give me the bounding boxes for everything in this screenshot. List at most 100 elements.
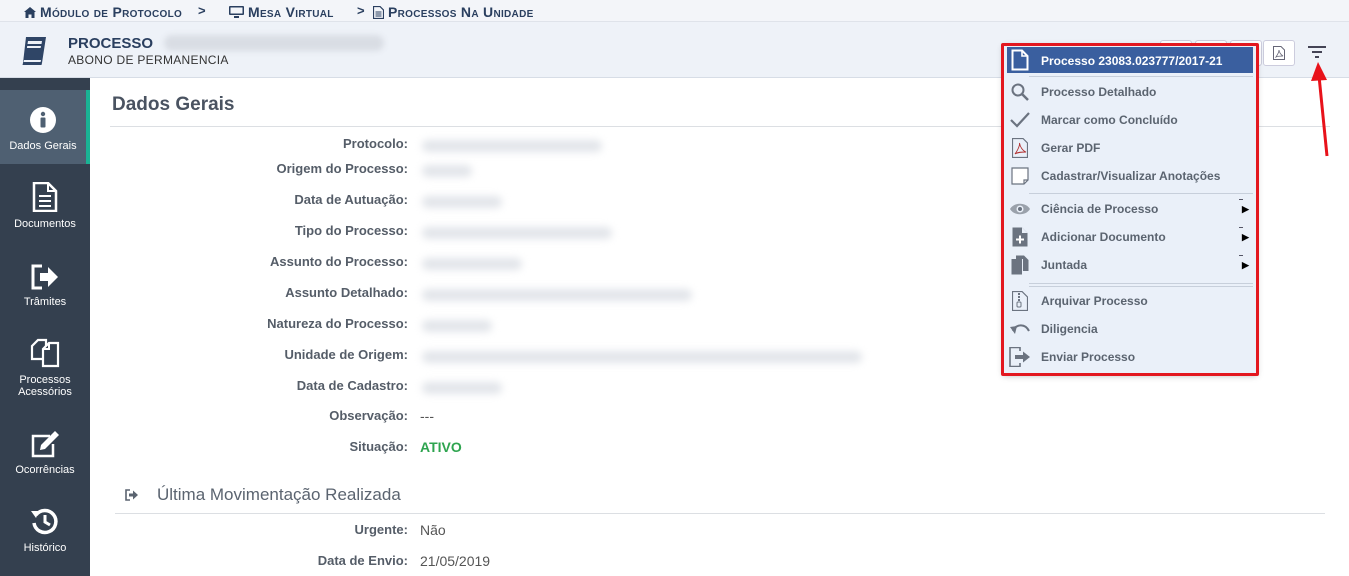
field-label: Tipo do Processo:: [294, 223, 408, 238]
archive-file-icon: [1009, 291, 1031, 311]
send-file-icon: [1009, 347, 1031, 367]
breadcrumb-label: Mesa Virtual: [248, 4, 334, 20]
menu-item-ciencia[interactable]: Ciência de Processo ▶: [1003, 196, 1257, 222]
redacted-value: [422, 227, 612, 239]
field-row: Protocolo:: [110, 136, 810, 154]
sidebar-item-historico[interactable]: Histórico: [0, 492, 90, 566]
process-subtitle: ABONO DE PERMANENCIA: [68, 53, 229, 67]
field-label: Assunto do Processo:: [270, 254, 408, 269]
field-label: Unidade de Origem:: [284, 347, 408, 362]
file-add-icon: [1009, 227, 1031, 247]
pdf-icon: [1273, 46, 1285, 60]
menu-item-enviar[interactable]: Enviar Processo: [1003, 344, 1257, 370]
sidebar-item-dados-gerais[interactable]: Dados Gerais: [0, 90, 90, 164]
sidebar-item-tramites[interactable]: Trâmites: [0, 246, 90, 320]
field-row: Natureza do Processo:: [110, 316, 810, 334]
field-label: Natureza do Processo:: [267, 316, 408, 331]
redacted-value: [422, 196, 502, 208]
history-icon: [30, 502, 60, 536]
submenu-arrow-icon: ▶: [1242, 204, 1249, 214]
pdf-button[interactable]: [1263, 40, 1295, 66]
submenu-tick: [1239, 199, 1243, 200]
check-icon: [1009, 110, 1031, 130]
search-icon: [1009, 82, 1031, 102]
redacted-value: [422, 140, 602, 152]
breadcrumb-item-modulo[interactable]: Módulo de Protocolo: [24, 4, 182, 20]
field-value: Não: [420, 522, 446, 538]
menu-item-juntada[interactable]: Juntada ▶: [1003, 252, 1257, 278]
field-value: 21/05/2019: [420, 553, 491, 569]
submenu-tick: [1239, 227, 1243, 228]
menu-separator: [1029, 76, 1253, 77]
sidebar-item-label: Dados Gerais: [9, 140, 77, 152]
menu-item-label: Arquivar Processo: [1041, 294, 1148, 308]
redacted-value: [422, 258, 522, 270]
field-row: Observação: ---: [110, 408, 810, 426]
sidebar-item-processos-acessorios[interactable]: Processos Acessórios: [0, 324, 90, 398]
edit-icon: [30, 424, 60, 458]
undo-icon: [1009, 319, 1031, 339]
field-row: Tipo do Processo:: [110, 223, 810, 241]
info-circle-icon: [29, 100, 57, 134]
pdf-icon: [1009, 138, 1031, 158]
field-row: Data de Envio: 21/05/2019: [110, 553, 810, 571]
file-icon: [1011, 49, 1029, 74]
field-row: Urgente: Não: [110, 522, 810, 540]
field-label: Assunto Detalhado:: [285, 285, 408, 300]
copy-icon: [1009, 255, 1031, 275]
menu-separator: [1029, 283, 1253, 284]
field-label: Data de Autuação:: [294, 192, 408, 207]
menu-item-gerar-pdf[interactable]: Gerar PDF: [1003, 135, 1257, 161]
breadcrumb-label: Módulo de Protocolo: [40, 4, 183, 20]
sidebar-item-label: Ocorrências: [15, 464, 75, 476]
sidebar-item-label: Documentos: [14, 218, 76, 230]
breadcrumb-item-mesa[interactable]: Mesa Virtual: [229, 4, 334, 20]
menu-item-processo-detalhado[interactable]: Processo Detalhado: [1003, 79, 1257, 105]
redacted-value: [422, 289, 692, 301]
sidebar-item-ocorrencias[interactable]: Ocorrências: [0, 414, 90, 488]
menu-item-label: Juntada: [1041, 258, 1088, 272]
menu-item-label: Gerar PDF: [1041, 141, 1101, 155]
field-label: Situação:: [349, 439, 408, 454]
sidebar-item-label: Histórico: [23, 542, 67, 554]
menu-item-label: Enviar Processo: [1041, 350, 1136, 364]
field-label: Data de Envio:: [317, 553, 408, 568]
breadcrumb-item-processos[interactable]: Processos Na Unidade: [373, 4, 534, 20]
divider: [115, 513, 1325, 514]
sidebar: Dados Gerais Documentos Trâmites Process…: [0, 78, 90, 576]
menu-item-marcar-concluido[interactable]: Marcar como Concluído: [1003, 107, 1257, 133]
book-icon: [20, 36, 48, 71]
submenu-arrow-icon: ▶: [1242, 260, 1249, 270]
redacted-value: [422, 382, 502, 394]
menu-separator: [1029, 286, 1253, 287]
sidebar-item-documentos[interactable]: Documentos: [0, 168, 90, 242]
menu-item-label: Processo Detalhado: [1041, 85, 1157, 99]
process-actions-menu: Processo 23083.023777/2017-21 Processo D…: [1003, 44, 1257, 374]
annotation-arrow-icon: [1311, 62, 1329, 157]
menu-item-arquivar[interactable]: Arquivar Processo: [1003, 288, 1257, 314]
field-row: Origem do Processo:: [110, 161, 810, 179]
menu-item-adicionar-documento[interactable]: Adicionar Documento ▶: [1003, 224, 1257, 250]
page-title: Dados Gerais: [112, 94, 235, 115]
breadcrumb-label: Processos Na Unidade: [388, 4, 534, 20]
field-row: Data de Cadastro:: [110, 378, 810, 396]
submenu-arrow-icon: ▶: [1242, 232, 1249, 242]
sign-out-icon: [30, 256, 60, 290]
field-label: Data de Cadastro:: [296, 378, 408, 393]
menu-item-label: Ciência de Processo: [1041, 202, 1159, 216]
field-label: Urgente:: [354, 522, 408, 537]
menu-item-anotacoes[interactable]: Cadastrar/Visualizar Anotações: [1003, 163, 1257, 189]
file-text-icon: [373, 5, 384, 19]
sign-out-icon: [125, 489, 138, 501]
menu-item-diligencia[interactable]: Diligencia: [1003, 316, 1257, 342]
menu-header[interactable]: Processo 23083.023777/2017-21: [1007, 47, 1253, 73]
menu-header-label: Processo 23083.023777/2017-21: [1041, 54, 1223, 68]
desktop-icon: [229, 6, 244, 18]
submenu-tick: [1239, 255, 1243, 256]
field-row: Situação: ATIVO: [110, 439, 810, 457]
field-label: Origem do Processo:: [276, 161, 408, 176]
field-row: Assunto Detalhado:: [110, 285, 810, 303]
document-icon: [32, 178, 58, 212]
field-value: ---: [420, 408, 434, 424]
redacted-value: [422, 165, 472, 177]
